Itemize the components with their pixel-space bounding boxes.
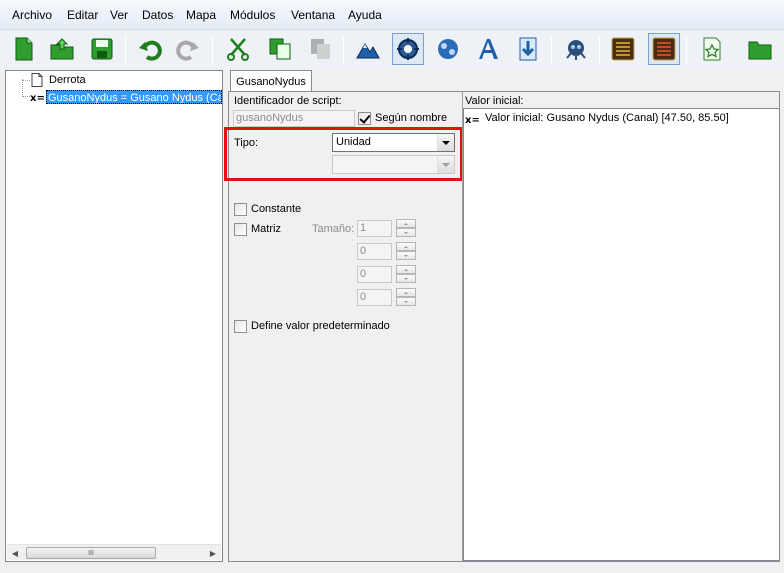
menu-mapa[interactable]: Mapa [186,8,216,22]
default-value-label: Define valor predeterminado [251,320,390,332]
trigger-editor-icon [397,38,419,60]
paste-button[interactable] [304,33,336,65]
scroll-right-arrow-icon[interactable]: ▶ [205,545,221,561]
text-editor-icon [479,39,498,59]
new-button[interactable] [8,33,40,65]
undo-button[interactable] [134,33,166,65]
tab-gusanonydus[interactable]: GusanoNydus [230,70,312,92]
by-name-checkbox[interactable] [358,112,371,125]
redo-arrow-icon [176,40,199,61]
import-button[interactable] [512,33,544,65]
script-id-field[interactable]: gusanoNydus [233,110,355,127]
redo-button[interactable] [172,33,204,65]
menu-bar: Archivo Editar Ver Datos Mapa Módulos Ve… [0,0,784,30]
menu-ayuda[interactable]: Ayuda [348,8,382,22]
size-spinner-1[interactable] [396,219,416,237]
undo-arrow-icon [139,40,162,61]
initial-value-label: Valor inicial: [465,95,524,107]
terrain-button[interactable] [352,33,384,65]
menu-datos[interactable]: Datos [142,8,173,22]
tree-item-derrota[interactable]: Derrota [48,73,87,87]
scroll-left-arrow-icon[interactable]: ◀ [7,545,23,561]
scroll-thumb[interactable]: III [26,547,156,559]
save-button[interactable] [86,33,118,65]
save-disk-icon [91,38,113,60]
data-editor-icon [438,39,458,59]
document-star-icon [703,37,721,61]
trigger-tree: Derrota x= GusanoNydus = Gusano Nydus (C… [5,70,223,562]
scissors-icon [227,38,249,61]
list-button[interactable] [607,33,639,65]
toolbar [0,30,784,68]
ai-editor-icon [566,40,586,60]
matrix-label: Matriz [251,223,281,235]
import-icon [519,37,537,61]
size-field-1[interactable]: 1 [357,220,392,237]
copy-icon [269,38,291,60]
list-panel-active-icon [652,37,676,61]
matrix-checkbox[interactable] [234,223,247,236]
size-spinner-2[interactable] [396,242,416,260]
size-field-2[interactable]: 0 [357,243,392,260]
variable-icon: x= [30,93,44,104]
highlight-box [224,127,463,181]
initial-value-item[interactable]: Valor inicial: Gusano Nydus (Canal) [47.… [485,112,729,124]
document-icon [31,73,43,87]
copy-button[interactable] [264,33,296,65]
folder-icon [748,41,772,60]
list-panel-icon [611,37,635,61]
menu-ver[interactable]: Ver [110,8,128,22]
constant-checkbox[interactable] [234,203,247,216]
menu-modulos[interactable]: Módulos [230,8,275,22]
open-button[interactable] [46,33,78,65]
list-active-button[interactable] [648,33,680,65]
new-document-icon [15,37,33,61]
open-folder-icon [50,38,74,60]
size-field-4[interactable]: 0 [357,289,392,306]
size-spinner-3[interactable] [396,265,416,283]
menu-editar[interactable]: Editar [67,8,98,22]
text-button[interactable] [472,33,504,65]
folder-button[interactable] [744,33,776,65]
tree-item-gusanonydus[interactable]: GusanoNydus = Gusano Nydus (Car [46,90,222,104]
terrain-editor-icon [356,43,380,59]
ai-button[interactable] [560,33,592,65]
size-label: Tamaño: [312,223,355,235]
cut-button[interactable] [222,33,254,65]
constant-label: Constante [251,203,302,215]
default-value-checkbox[interactable] [234,320,247,333]
paste-icon [311,39,330,59]
tree-horizontal-scrollbar[interactable]: ◀ III ▶ [7,544,221,560]
size-spinner-4[interactable] [396,288,416,306]
document-star-button[interactable] [696,33,728,65]
size-field-3[interactable]: 0 [357,266,392,283]
variable-icon: x= [465,115,480,126]
script-id-label: Identificador de script: [234,95,342,107]
svg-text:x=: x= [30,93,44,104]
menu-archivo[interactable]: Archivo [12,8,52,22]
by-name-label: Según nombre [375,112,448,124]
svg-text:x=: x= [465,115,480,126]
initial-value-tree: x= Valor inicial: Gusano Nydus (Canal) [… [463,108,780,561]
trigger-button[interactable] [392,33,424,65]
data-button[interactable] [432,33,464,65]
menu-ventana[interactable]: Ventana [291,8,335,22]
